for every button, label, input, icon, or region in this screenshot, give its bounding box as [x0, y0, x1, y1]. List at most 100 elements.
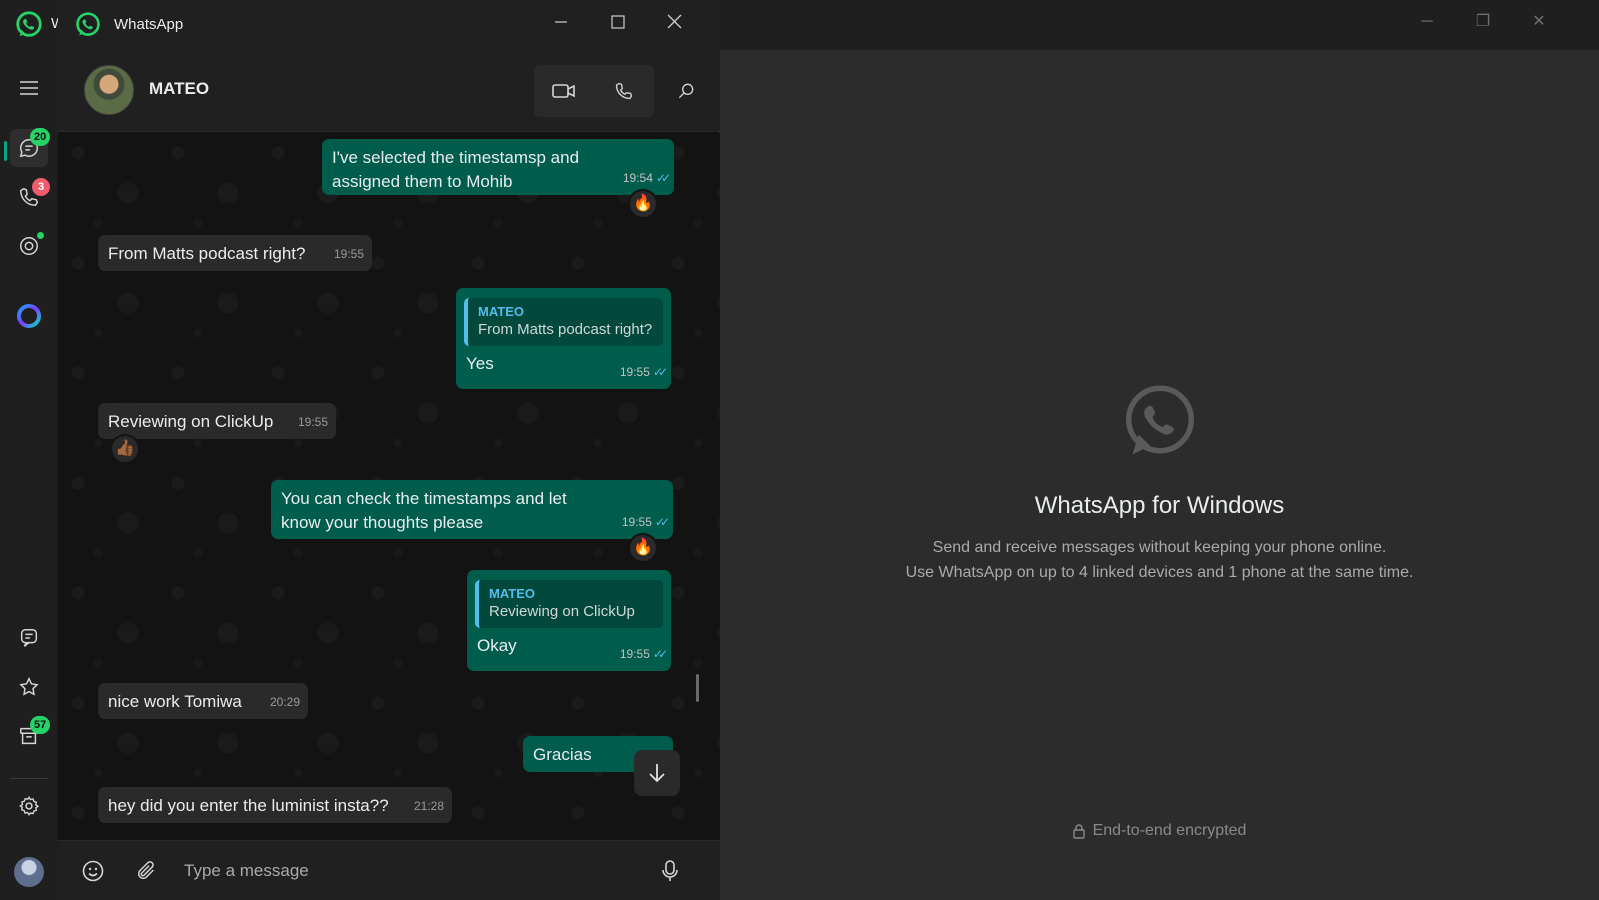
sidebar-item-chats[interactable]: 20 [10, 128, 51, 167]
sidebar-item-communities[interactable] [10, 619, 48, 657]
emoji-icon [82, 860, 104, 882]
sidebar-item-archived[interactable]: 57 [10, 716, 51, 755]
phone-icon [615, 82, 633, 100]
message-text: I've selected the timestamsp and assigne… [332, 148, 580, 191]
meta-ai-icon [17, 304, 41, 328]
star-icon [19, 677, 39, 696]
minimize-button[interactable] [541, 10, 581, 34]
message-meta: 19:55 ✓✓ [619, 360, 668, 384]
contact-avatar[interactable] [84, 65, 134, 115]
message-time: 19:55 [621, 515, 652, 529]
sidebar-item-settings[interactable] [10, 787, 48, 825]
read-receipt-icon: ✓✓ [654, 515, 670, 529]
read-receipt-icon: ✓✓ [655, 171, 671, 185]
chat-window: WhatsApp MATEO I've selected the timesta… [58, 0, 720, 900]
quoted-sender: MATEO [489, 586, 535, 601]
sidebar-item-calls[interactable]: 3 [10, 178, 50, 216]
message-bubble-outgoing[interactable]: MATEO From Matts podcast right? Yes 19:5… [456, 288, 671, 389]
active-indicator [4, 141, 7, 161]
message-bubble-incoming[interactable]: nice work Tomiwa 20:29 [98, 683, 308, 719]
message-time: 20:29 [269, 695, 300, 709]
close-button[interactable] [654, 10, 694, 34]
message-text: You can check the timestamps and let kno… [281, 489, 567, 532]
quoted-message[interactable]: MATEO Reviewing on ClickUp [475, 580, 663, 628]
contact-name[interactable]: MATEO [149, 79, 209, 99]
message-input[interactable] [184, 854, 644, 888]
read-receipt-icon: ✓✓ [652, 365, 668, 379]
maximize-button[interactable] [598, 10, 638, 34]
status-dot [37, 232, 44, 239]
profile-avatar[interactable] [14, 857, 44, 887]
hamburger-icon [20, 81, 38, 95]
message-time: 19:55 [333, 247, 364, 261]
message-meta: 19:55 ✓✓ [619, 642, 668, 666]
message-reaction[interactable]: 👍🏾 [110, 434, 140, 464]
message-text: Reviewing on ClickUp [108, 412, 274, 431]
emoji-button[interactable] [79, 857, 107, 885]
voice-call-button[interactable] [594, 65, 654, 117]
chats-badge: 20 [30, 128, 51, 146]
lock-icon [1072, 823, 1085, 839]
paperclip-icon [137, 861, 154, 880]
encryption-notice: End-to-end encrypted [720, 822, 1599, 840]
communities-icon [20, 629, 38, 647]
attach-button[interactable] [132, 857, 160, 885]
message-time: 19:55 [619, 647, 650, 661]
menu-button[interactable] [10, 69, 48, 107]
search-button[interactable] [664, 65, 708, 117]
message-composer [58, 840, 720, 900]
message-list[interactable]: I've selected the timestamsp and assigne… [58, 133, 720, 840]
minimize-icon [555, 21, 567, 23]
message-bubble-incoming[interactable]: Reviewing on ClickUp 19:55 [98, 403, 336, 439]
archived-badge: 57 [30, 716, 51, 734]
sidebar-divider [10, 778, 48, 779]
sidebar: W 20 3 [0, 0, 65, 900]
status-icon [20, 237, 38, 255]
message-time: 19:55 [619, 365, 650, 379]
quoted-message[interactable]: MATEO From Matts podcast right? [464, 298, 663, 346]
video-call-button[interactable] [534, 65, 594, 117]
sidebar-item-starred[interactable] [10, 668, 48, 706]
quoted-text: Reviewing on ClickUp [489, 603, 635, 620]
message-bubble-outgoing[interactable]: I've selected the timestamsp and assigne… [322, 139, 674, 195]
welcome-line-2: Use WhatsApp on up to 4 linked devices a… [905, 564, 1414, 581]
welcome-title: WhatsApp for Windows [1034, 492, 1285, 519]
maximize-icon [611, 15, 625, 29]
message-meta: 19:54 ✓✓ [623, 166, 671, 190]
whatsapp-logo-icon [1120, 382, 1200, 462]
message-bubble-incoming[interactable]: hey did you enter the luminist insta?? 2… [98, 787, 452, 823]
message-text: Okay [477, 636, 517, 655]
search-icon [678, 83, 694, 99]
scrollbar-thumb[interactable] [696, 674, 699, 702]
arrow-down-icon [649, 764, 665, 783]
message-text: nice work Tomiwa [108, 692, 242, 711]
message-reaction[interactable]: 🔥 [628, 189, 658, 219]
welcome-line-1: Send and receive messages without keepin… [932, 539, 1387, 556]
message-text: Yes [466, 354, 494, 373]
whatsapp-logo-icon [14, 10, 44, 40]
message-bubble-outgoing[interactable]: You can check the timestamps and let kno… [271, 480, 673, 539]
chat-window-titlebar: WhatsApp [58, 0, 720, 50]
message-text: From Matts podcast right? [108, 244, 306, 263]
voice-message-button[interactable] [656, 857, 684, 885]
message-text: Gracias [533, 745, 592, 764]
quoted-text: From Matts podcast right? [478, 321, 653, 338]
calls-badge: 3 [32, 178, 50, 196]
scroll-to-bottom-button[interactable] [634, 750, 680, 796]
whatsapp-logo-icon [74, 11, 102, 39]
chat-header: MATEO [58, 50, 720, 132]
message-bubble-outgoing[interactable]: MATEO Reviewing on ClickUp Okay 19:55 ✓✓ [467, 570, 671, 671]
call-buttons [534, 65, 654, 117]
microphone-icon [662, 860, 678, 881]
sidebar-item-status[interactable] [10, 227, 48, 265]
window-title: WhatsApp [114, 16, 184, 33]
sidebar-item-meta-ai[interactable] [10, 297, 48, 335]
message-reaction[interactable]: 🔥 [628, 533, 658, 563]
close-icon [667, 14, 682, 29]
welcome-description: Send and receive messages without keepin… [720, 535, 1599, 585]
message-bubble-incoming[interactable]: From Matts podcast right? 19:55 [98, 235, 372, 271]
read-receipt-icon: ✓✓ [652, 647, 668, 661]
encryption-text: End-to-end encrypted [1092, 822, 1247, 839]
message-time: 19:55 [297, 415, 328, 429]
message-text: hey did you enter the luminist insta?? [108, 796, 389, 815]
